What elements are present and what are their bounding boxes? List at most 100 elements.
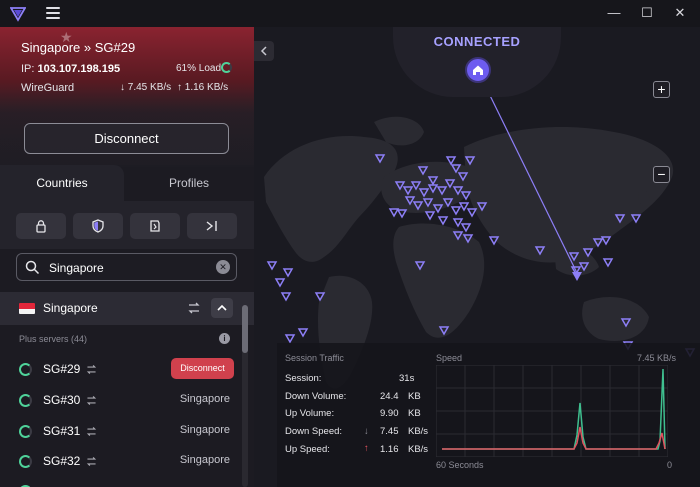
- arrow-bar-icon: [206, 221, 217, 231]
- server-name: SG#31: [43, 424, 81, 438]
- protocol: WireGuard: [21, 82, 75, 94]
- server-row-sg29[interactable]: SG#29 Disconnect: [0, 354, 240, 384]
- upload-speed: ↑ 1.16 KB/s: [177, 82, 228, 93]
- minimize-button[interactable]: —: [604, 4, 624, 22]
- speed-x-start: 60 Seconds: [436, 460, 484, 470]
- p2p-icon: [86, 457, 97, 466]
- server-name: SG#30: [43, 393, 81, 407]
- collapse-country-button[interactable]: [211, 298, 233, 318]
- download-speed: ↓ 7.45 KB/s: [120, 82, 171, 93]
- stat-label: Up Speed:: [285, 444, 330, 455]
- server-name: SG#29: [43, 362, 81, 376]
- reconnect-icon[interactable]: [186, 300, 202, 316]
- zoom-in-button[interactable]: +: [653, 81, 670, 98]
- arrow-down-icon: ↓: [120, 82, 128, 93]
- app-window: — ☐ ✕ ★ Singapore » SG#29 IP: 103.107.19…: [0, 0, 700, 487]
- plus-servers-label: Plus servers (44): [19, 334, 88, 344]
- arrow-up-icon: ↑: [177, 82, 185, 93]
- load-ring-icon: [221, 62, 232, 73]
- maximize-button[interactable]: ☐: [637, 4, 657, 22]
- clear-search-icon[interactable]: ✕: [216, 260, 230, 274]
- p2p-icon: [86, 365, 97, 374]
- filter-netshield-button[interactable]: [73, 213, 123, 239]
- tab-profiles[interactable]: Profiles: [124, 165, 254, 201]
- connected-location-marker: [572, 272, 582, 281]
- server-disconnect-button[interactable]: Disconnect: [171, 358, 234, 379]
- search-input[interactable]: [49, 258, 209, 277]
- stat-value: 31s: [399, 373, 415, 384]
- filter-secure-core-button[interactable]: [16, 213, 66, 239]
- home-icon: [473, 65, 483, 75]
- collapse-sidebar-button[interactable]: [254, 41, 274, 61]
- stat-label: Down Volume:: [285, 391, 347, 402]
- stat-label: Down Speed:: [285, 426, 343, 437]
- server-name: SG#32: [43, 454, 81, 468]
- chevron-left-icon: [260, 46, 267, 56]
- server-location: Singapore: [179, 454, 230, 466]
- vpn-logo-icon: [10, 7, 26, 22]
- speed-chart-title: Speed: [436, 353, 463, 363]
- filter-p2p-button[interactable]: [130, 213, 180, 239]
- load-ring-icon: [19, 425, 32, 438]
- download-speed-value: 7.45 KB/s: [127, 82, 172, 93]
- stat-unit: KB: [408, 408, 421, 419]
- tab-countries[interactable]: Countries: [0, 165, 124, 201]
- load-ring-icon: [19, 455, 32, 468]
- server-row-partial[interactable]: [0, 476, 240, 487]
- server-location: Singapore: [179, 393, 230, 405]
- arrow-down-icon: ↓: [364, 426, 369, 437]
- upload-series: [442, 426, 666, 450]
- p2p-icon: [86, 427, 97, 436]
- zoom-out-button[interactable]: −: [653, 166, 670, 183]
- stat-unit: KB/s: [408, 426, 429, 437]
- stat-value: 1.16: [380, 444, 399, 455]
- speed-x-end: 0: [667, 460, 673, 470]
- ip-value: 103.107.198.195: [37, 63, 121, 75]
- stat-unit: KB: [408, 391, 421, 402]
- ip-label: IP:: [21, 63, 35, 75]
- server-location: Singapore: [179, 424, 230, 436]
- document-icon: [150, 220, 160, 232]
- shield-icon: [92, 219, 104, 233]
- lock-icon: [36, 220, 46, 233]
- country-row-singapore[interactable]: Singapore: [0, 292, 254, 325]
- search-icon: [25, 260, 40, 275]
- session-traffic: Session Traffic Session: 31s Down Volume…: [277, 343, 700, 487]
- upload-speed-value: 1.16 KB/s: [184, 82, 229, 93]
- search-box: ✕: [16, 253, 237, 281]
- server-row-sg30[interactable]: SG#30 Singapore: [0, 385, 240, 415]
- hamburger-icon[interactable]: [46, 7, 60, 19]
- speed-graph: [436, 365, 668, 457]
- close-button[interactable]: ✕: [670, 4, 690, 22]
- arrow-up-icon: ↑: [364, 443, 369, 454]
- server-list-scrollbar[interactable]: [242, 305, 248, 353]
- server-row-sg31[interactable]: SG#31 Singapore: [0, 416, 240, 446]
- speed-chart-max: 7.45 KB/s: [637, 353, 677, 363]
- stat-label: Session:: [285, 373, 322, 384]
- connection-status: CONNECTED: [433, 34, 521, 49]
- singapore-flag-icon: [19, 303, 35, 314]
- ip-address: IP: 103.107.198.195: [21, 63, 120, 75]
- load-ring-icon: [19, 394, 32, 407]
- filter-bar: [0, 201, 254, 249]
- download-series: [442, 368, 666, 450]
- stat-value: 9.90: [380, 408, 399, 419]
- sidebar: ★ Singapore » SG#29 IP: 103.107.198.195 …: [0, 27, 254, 487]
- chevron-up-icon: [217, 304, 227, 311]
- filter-tor-button[interactable]: [187, 213, 237, 239]
- title-bar: — ☐ ✕: [0, 0, 700, 27]
- disconnect-button[interactable]: Disconnect: [24, 123, 229, 154]
- p2p-icon: [86, 396, 97, 405]
- server-row-sg32[interactable]: SG#32 Singapore: [0, 446, 240, 476]
- country-name: Singapore: [43, 301, 98, 315]
- load-ring-icon: [19, 363, 32, 376]
- stat-unit: KB/s: [408, 444, 429, 455]
- home-location-button[interactable]: [465, 57, 491, 83]
- connected-server-title: Singapore » SG#29: [21, 40, 136, 55]
- info-icon[interactable]: i: [219, 333, 230, 344]
- server-load: 61% Load: [176, 63, 222, 74]
- session-traffic-title: Session Traffic: [285, 353, 344, 363]
- connection-card: ★ Singapore » SG#29 IP: 103.107.198.195 …: [0, 27, 254, 167]
- stat-value: 24.4: [380, 391, 399, 402]
- sidebar-tabs: Countries Profiles: [0, 165, 254, 201]
